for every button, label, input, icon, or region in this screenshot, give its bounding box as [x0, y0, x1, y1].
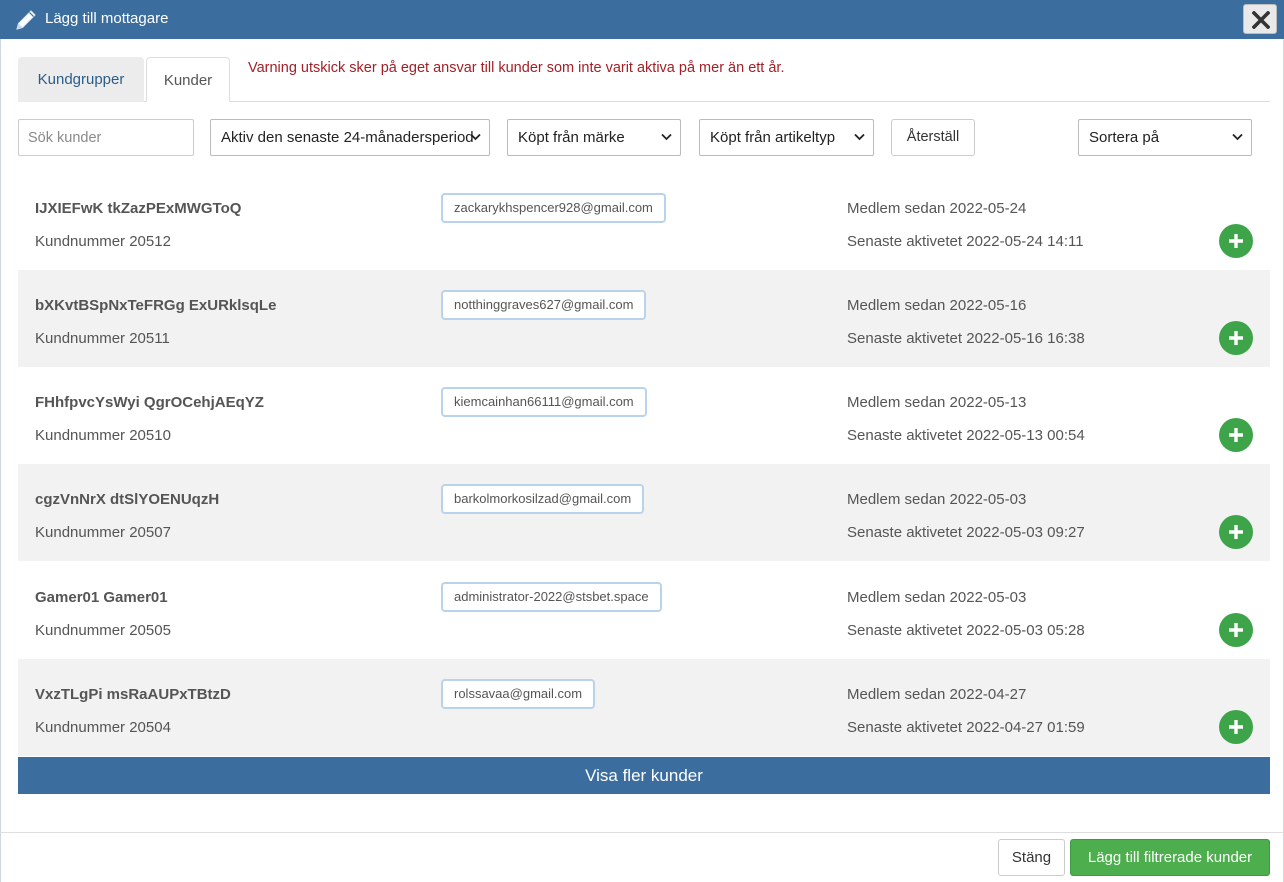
add-customer-button[interactable] — [1219, 321, 1253, 355]
customer-number: Kundnummer 20504 — [35, 719, 171, 736]
close-icon — [1252, 11, 1270, 29]
tab-kundgrupper[interactable]: Kundgrupper — [18, 57, 144, 102]
chevron-down-icon — [1232, 133, 1243, 141]
search-input[interactable] — [18, 119, 194, 156]
close-dialog-button[interactable]: Stäng — [998, 839, 1065, 876]
customer-email: zackarykhspencer928@gmail.com — [441, 193, 666, 223]
add-filtered-button[interactable]: Lägg till filtrerade kunder — [1070, 839, 1270, 876]
chevron-down-icon — [854, 133, 865, 141]
customer-name: bXKvtBSpNxTeFRGg ExURklsqLe — [35, 297, 277, 314]
customer-row: FHhfpvcYsWyi QgrOCehjAEqYZ Kundnummer 20… — [18, 367, 1270, 464]
customer-row: Gamer01 Gamer01 Kundnummer 20505 adminis… — [18, 562, 1270, 659]
period-select-value: Aktiv den senaste 24-månadersperiod — [221, 129, 474, 146]
plus-icon — [1229, 525, 1243, 539]
article-type-select[interactable]: Köpt från artikeltyp — [699, 119, 874, 156]
customer-row: cgzVnNrX dtSlYOENUqzH Kundnummer 20507 b… — [18, 464, 1270, 561]
last-activity: Senaste aktivetet 2022-05-13 00:54 — [847, 427, 1085, 444]
customer-email: kiemcainhan66111@gmail.com — [441, 387, 647, 417]
dialog-titlebar: Lägg till mottagare — [0, 0, 1284, 39]
customer-name: Gamer01 Gamer01 — [35, 589, 168, 606]
customer-email: notthinggraves627@gmail.com — [441, 290, 647, 320]
sort-select-value: Sortera på — [1089, 129, 1160, 146]
member-since: Medlem sedan 2022-05-13 — [847, 394, 1027, 411]
plus-icon — [1229, 720, 1243, 734]
customer-number: Kundnummer 20507 — [35, 524, 171, 541]
customer-email: barkolmorkosilzad@gmail.com — [441, 484, 645, 514]
brand-select[interactable]: Köpt från märke — [507, 119, 681, 156]
article-type-select-value: Köpt från artikeltyp — [710, 129, 836, 146]
customer-email: rolssavaa@gmail.com — [441, 679, 596, 709]
customer-number: Kundnummer 20510 — [35, 427, 171, 444]
footer-divider — [0, 832, 1284, 833]
customer-name: VxzTLgPi msRaAUPxTBtzD — [35, 686, 231, 703]
customer-number: Kundnummer 20511 — [35, 330, 170, 347]
close-button[interactable] — [1243, 4, 1277, 34]
add-customer-button[interactable] — [1219, 613, 1253, 647]
period-select[interactable]: Aktiv den senaste 24-månadersperiod — [210, 119, 490, 156]
customer-number: Kundnummer 20505 — [35, 622, 171, 639]
customer-name: cgzVnNrX dtSlYOENUqzH — [35, 491, 220, 508]
last-activity: Senaste aktivetet 2022-05-03 05:28 — [847, 622, 1085, 639]
sort-select[interactable]: Sortera på — [1078, 119, 1252, 156]
add-customer-button[interactable] — [1219, 224, 1253, 258]
customer-email: administrator-2022@stsbet.space — [441, 582, 662, 612]
last-activity: Senaste aktivetet 2022-05-24 14:11 — [847, 233, 1084, 250]
dialog-title: Lägg till mottagare — [45, 10, 169, 27]
customer-name: IJXIEFwK tkZazPExMWGToQ — [35, 200, 242, 217]
last-activity: Senaste aktivetet 2022-05-16 16:38 — [847, 330, 1085, 347]
member-since: Medlem sedan 2022-04-27 — [847, 686, 1027, 703]
add-customer-button[interactable] — [1219, 710, 1253, 744]
plus-icon — [1229, 428, 1243, 442]
last-activity: Senaste aktivetet 2022-04-27 01:59 — [847, 719, 1085, 736]
customer-row: bXKvtBSpNxTeFRGg ExURklsqLe Kundnummer 2… — [18, 270, 1270, 367]
brand-select-value: Köpt från märke — [518, 129, 625, 146]
last-activity: Senaste aktivetet 2022-05-03 09:27 — [847, 524, 1085, 541]
tab-kunder[interactable]: Kunder — [146, 57, 230, 102]
chevron-down-icon — [661, 133, 672, 141]
member-since: Medlem sedan 2022-05-03 — [847, 491, 1027, 508]
member-since: Medlem sedan 2022-05-03 — [847, 589, 1027, 606]
plus-icon — [1229, 331, 1243, 345]
member-since: Medlem sedan 2022-05-24 — [847, 200, 1027, 217]
customer-number: Kundnummer 20512 — [35, 233, 171, 250]
customer-name: FHhfpvcYsWyi QgrOCehjAEqYZ — [35, 394, 264, 411]
customer-row: IJXIEFwK tkZazPExMWGToQ Kundnummer 20512… — [18, 173, 1270, 270]
reset-button[interactable]: Återställ — [891, 119, 975, 156]
show-more-button[interactable]: Visa fler kunder — [18, 757, 1270, 794]
pencil-icon — [16, 10, 36, 30]
warning-text: Varning utskick sker på eget ansvar till… — [248, 60, 785, 76]
plus-icon — [1229, 234, 1243, 248]
member-since: Medlem sedan 2022-05-16 — [847, 297, 1027, 314]
add-customer-button[interactable] — [1219, 515, 1253, 549]
chevron-down-icon — [470, 133, 481, 141]
add-customer-button[interactable] — [1219, 418, 1253, 452]
plus-icon — [1229, 623, 1243, 637]
customer-row: VxzTLgPi msRaAUPxTBtzD Kundnummer 20504 … — [18, 659, 1270, 756]
